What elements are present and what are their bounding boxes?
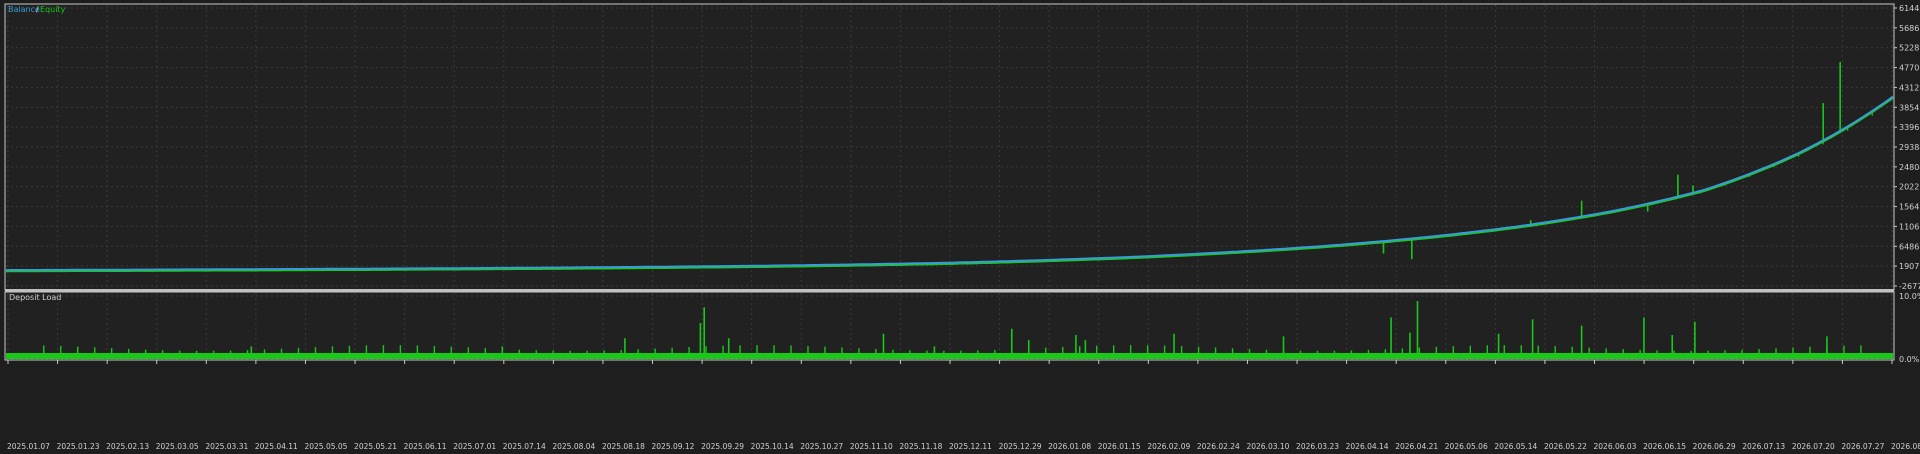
x-tick-label: 2025.11.18	[899, 442, 942, 451]
x-tick-label: 2025.03.05	[156, 442, 199, 451]
x-tick-label: 2025.10.14	[751, 442, 794, 451]
legend: Balance / Equity	[8, 5, 66, 14]
y-tick-label: 6486	[1899, 242, 1919, 251]
y-tick-label: 33963	[1899, 123, 1920, 132]
legend-separator: /	[36, 5, 39, 14]
x-tick-label: 2026.08.13	[1891, 442, 1920, 451]
x-tick-label: 2026.03.10	[1246, 442, 1289, 451]
x-tick-label: 2025.10.27	[800, 442, 843, 451]
legend-equity: Equity	[40, 5, 66, 14]
x-tick-label: 2025.05.05	[304, 442, 347, 451]
y-tick-label: 24804	[1899, 163, 1920, 172]
y-tick-label: 15645	[1899, 203, 1920, 212]
x-tick-label: 2026.02.09	[1147, 442, 1190, 451]
y-tick-label: 11066	[1899, 222, 1920, 231]
x-tick-label: 2026.02.24	[1197, 442, 1240, 451]
load-y-tick-label: 10.0%	[1899, 292, 1920, 301]
y-tick-label: 61440	[1899, 4, 1920, 13]
x-tick-label: 2026.06.15	[1643, 442, 1686, 451]
x-tick-label: 2025.02.13	[106, 442, 149, 451]
x-tick-label: 2026.05.06	[1445, 442, 1488, 451]
y-tick-label: -2677	[1899, 282, 1920, 291]
x-tick-label: 2025.12.11	[949, 442, 992, 451]
tester-chart: 61440 56861 52281 47702 43122 38543 33963 29384…	[0, 0, 1920, 454]
x-tick-label: 2025.01.23	[57, 442, 100, 451]
x-tick-label: 2025.05.21	[354, 442, 397, 451]
x-tick-label: 2026.06.29	[1693, 442, 1736, 451]
y-tick-label: 52281	[1899, 44, 1920, 53]
x-tick-label: 2025.04.11	[255, 442, 298, 451]
deposit-load-baseline	[6, 353, 1893, 359]
x-tick-label: 2025.01.07	[7, 442, 50, 451]
x-tick-label: 2026.07.20	[1792, 442, 1835, 451]
y-tick-label: 38543	[1899, 103, 1920, 112]
x-tick-label: 2025.12.29	[999, 442, 1042, 451]
x-tick-label: 2026.03.23	[1296, 442, 1339, 451]
x-tick-label: 2025.07.01	[453, 442, 496, 451]
x-tick-label: 2026.05.14	[1494, 442, 1537, 451]
y-tick-label: 43122	[1899, 83, 1920, 92]
x-tick-label: 2025.09.29	[701, 442, 744, 451]
deposit-load-title: Deposit Load	[9, 293, 61, 302]
x-tick-label: 2026.04.14	[1346, 442, 1389, 451]
x-tick-label: 2026.07.27	[1841, 442, 1884, 451]
y-tick-label: 29384	[1899, 143, 1920, 152]
x-tick-label: 2025.08.04	[552, 442, 595, 451]
x-tick-label: 2025.08.18	[602, 442, 645, 451]
x-tick-label: 2026.04.21	[1395, 442, 1438, 451]
y-tick-label: 56861	[1899, 24, 1920, 33]
x-tick-label: 2025.11.10	[850, 442, 893, 451]
y-tick-label: 47702	[1899, 64, 1920, 73]
x-tick-label: 2026.07.13	[1742, 442, 1785, 451]
x-tick-label: 2025.07.14	[503, 442, 546, 451]
x-tick-label: 2025.09.12	[652, 442, 695, 451]
y-tick-label: 20225	[1899, 183, 1920, 192]
x-tick-label: 2025.03.31	[205, 442, 248, 451]
y-tick-label: 1907	[1899, 262, 1919, 271]
x-tick-label: 2025.06.11	[404, 442, 447, 451]
x-tick-label: 2026.01.08	[1048, 442, 1091, 451]
x-tick-label: 2026.06.03	[1594, 442, 1637, 451]
x-tick-label: 2026.05.22	[1544, 442, 1587, 451]
load-y-tick-label: 0.0%	[1899, 355, 1920, 364]
x-tick-label: 2026.01.15	[1098, 442, 1141, 451]
